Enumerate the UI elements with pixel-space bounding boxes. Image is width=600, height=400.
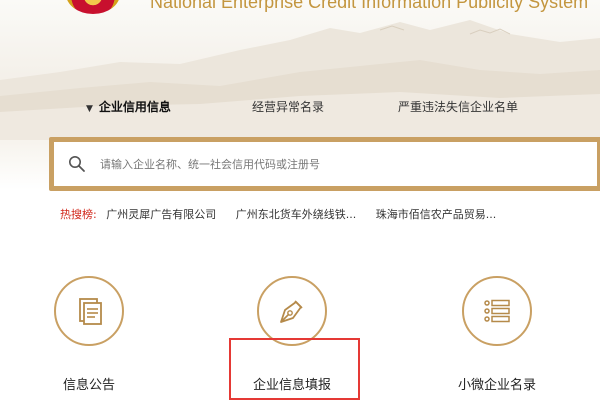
list-icon (484, 299, 510, 323)
search-box (49, 137, 600, 191)
feature-label: 信息公告 (62, 378, 115, 393)
search-icon[interactable] (68, 155, 86, 173)
triangle-down-icon: ▼ (86, 104, 93, 114)
hot-search-link[interactable]: 广州东北货车外绕线铁... (236, 208, 357, 221)
feature-icon-circle (462, 276, 532, 346)
feature-icon-circle (54, 276, 124, 346)
nav-item-serious-violations[interactable]: 严重违法失信企业名单 (398, 98, 518, 115)
feature-enterprise-info-report[interactable]: 企业信息填报 (232, 276, 352, 393)
nav-item-label: 严重违法失信企业名单 (398, 100, 519, 114)
feature-label: 企业信息填报 (252, 378, 331, 393)
nav-item-label: 企业信用信息 (98, 100, 171, 114)
nav-item-label: 经营异常名录 (252, 100, 325, 114)
pen-nib-icon (280, 300, 303, 323)
document-icon (79, 298, 102, 325)
search-input[interactable] (100, 149, 520, 179)
hot-search-link[interactable]: 珠海市佰信农产品贸易... (376, 208, 497, 221)
main-nav: ▼ 企业信用信息 经营异常名录 严重违法失信企业名单 (0, 98, 600, 120)
nav-item-enterprise-credit[interactable]: ▼ 企业信用信息 (86, 98, 171, 115)
feature-label: 小微企业名录 (457, 378, 536, 393)
feature-info-announcement[interactable]: 信息公告 (29, 276, 149, 393)
hot-search-label: 热搜榜: (60, 208, 97, 221)
nav-item-abnormal-operations[interactable]: 经营异常名录 (252, 98, 324, 115)
hot-search-link[interactable]: 广州灵犀广告有限公司 (106, 208, 216, 221)
search-field-container (54, 142, 597, 186)
hot-search-bar: 热搜榜: 广州灵犀广告有限公司 广州东北货车外绕线铁... 珠海市佰信农产品贸易… (60, 206, 512, 222)
feature-icon-circle (257, 276, 327, 346)
feature-small-micro-enterprise-list[interactable]: 小微企业名录 (437, 276, 557, 393)
site-title: National Enterprise Credit Information P… (150, 0, 589, 12)
